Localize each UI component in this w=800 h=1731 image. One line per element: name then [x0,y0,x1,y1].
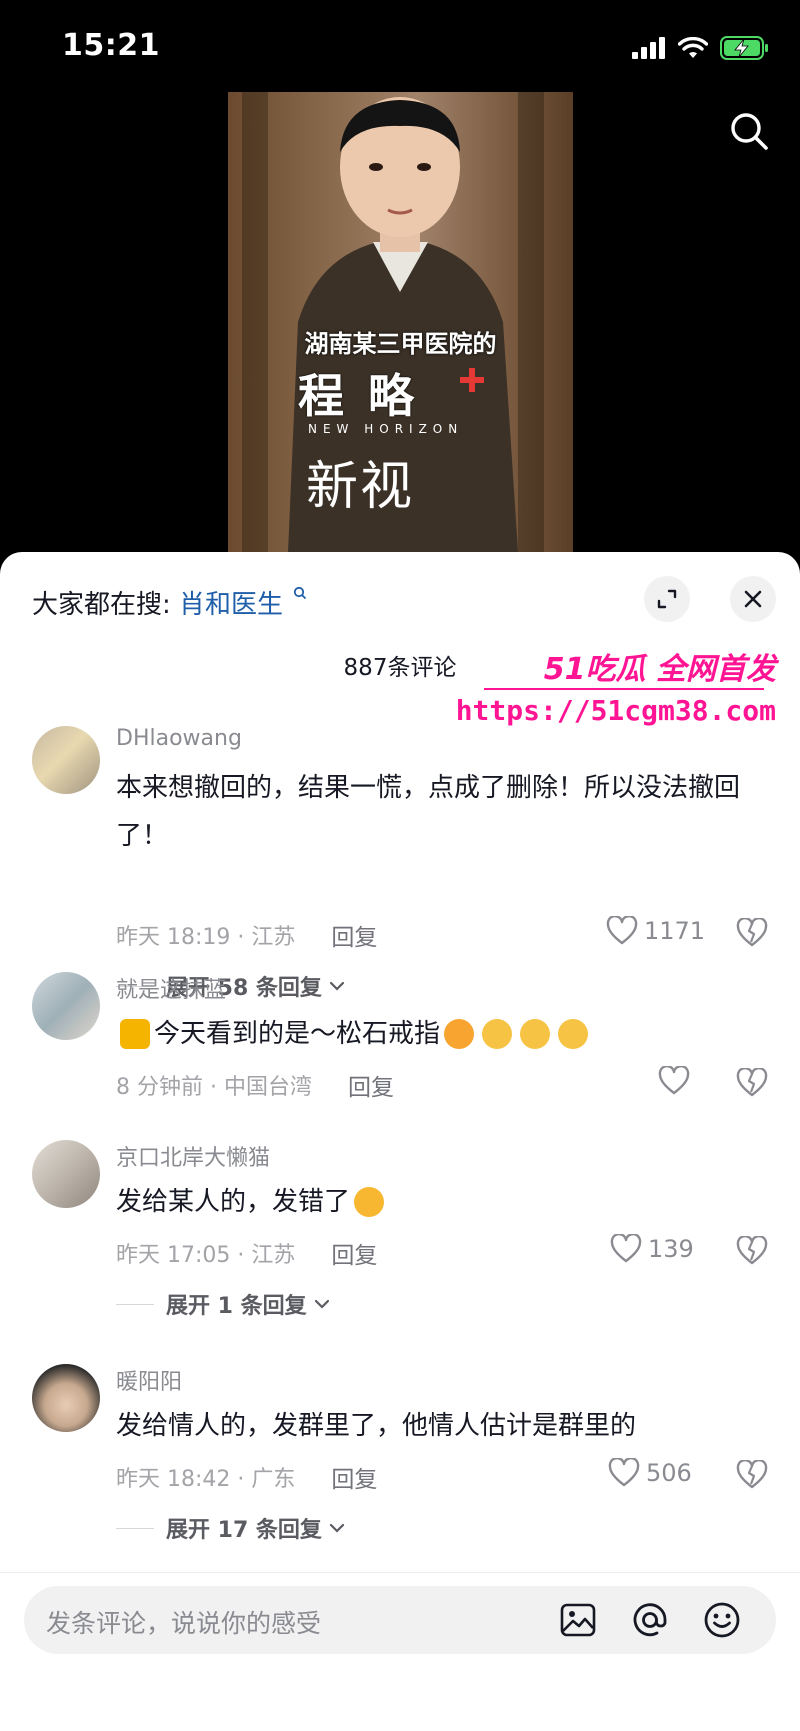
thumbs-up-emoji-icon [120,1019,150,1049]
wifi-icon [678,37,708,58]
close-icon [744,590,762,608]
avatar[interactable] [32,972,100,1040]
clapping-emoji-icon [558,1019,589,1049]
heart-icon [606,916,638,945]
like-button[interactable]: 506 [608,1458,692,1488]
broken-heart-icon[interactable] [736,1236,768,1266]
close-panel-button[interactable] [730,576,776,622]
comment-meta: 昨天 18:19 · 江苏 回复 [116,918,377,952]
comment-text: 本来想撤回的，结果一慌，点成了删除！所以没法撤回了！ [116,773,741,851]
search-icon[interactable] [728,110,770,152]
comment-username[interactable]: 就是这抹蓝 [116,972,226,1004]
comment-input[interactable]: 发条评论，说说你的感受 [24,1586,776,1654]
signal-icon [632,37,665,59]
comment-username[interactable]: 京口北岸大懒猫 [116,1140,270,1172]
broken-heart-icon[interactable] [736,918,768,948]
comment-text-row: 发给某人的，发错了 [116,1178,776,1226]
video-thumbnail: 湖南某三甲医院的 程 略 NEW HORIZON 新视 [228,92,573,552]
status-time: 15:21 [62,28,160,63]
comment-text-row: 今天看到的是～松石戒指 [116,1010,776,1058]
video-caption-sub: NEW HORIZON [308,422,464,436]
search-suggestion[interactable]: 大家都在搜: 肖和医生 [32,584,307,621]
chevron-down-icon [329,1523,345,1533]
red-cross-icon [460,368,484,392]
chevron-down-icon [314,1299,329,1309]
avatar[interactable] [32,726,100,794]
expand-replies-button[interactable]: 展开 1 条回复 [116,1288,331,1320]
like-count: 139 [648,1235,694,1263]
video-caption-line1: 湖南某三甲医院的 [304,330,497,358]
comment-text: 今天看到的是～松石戒指 [154,1019,441,1049]
image-icon [560,1603,596,1637]
comment-time-location: 8 分钟前 · 中国台湾 [116,1075,312,1100]
comment-text: 发给某人的，发错了 [116,1187,351,1217]
comment-username[interactable]: 暖阳阳 [116,1364,182,1396]
comment-text: 发给情人的，发群里了，他情人估计是群里的 [116,1411,637,1441]
laughing-emoji-icon [444,1019,475,1049]
status-icons [632,34,770,62]
video-caption-title: 程 略 [298,369,419,423]
comment-meta: 昨天 17:05 · 江苏 回复 [116,1236,377,1270]
watermark: 51吃瓜 全网首发 https://51cgm38.com [456,644,784,734]
like-count: 506 [646,1459,692,1487]
expand-icon [657,589,677,609]
mention-button[interactable] [630,1600,670,1640]
reply-button[interactable]: 回复 [348,1068,394,1102]
reply-button[interactable]: 回复 [331,918,377,952]
like-button[interactable]: 1171 [606,916,705,946]
clapping-emoji-icon [482,1019,513,1049]
broken-heart-icon[interactable] [736,1068,768,1098]
divider [0,1572,800,1573]
like-button[interactable]: 139 [610,1234,694,1264]
avatar[interactable] [32,1140,100,1208]
watermark-top: 51吃瓜 全网首发 [543,652,776,687]
comment-time-location: 昨天 17:05 · 江苏 [116,1243,296,1268]
video-caption-title2: 新视 [306,457,415,517]
search-suggestion-prefix: 大家都在搜: [32,590,171,620]
expand-panel-button[interactable] [644,576,690,622]
heart-icon [658,1066,690,1095]
comment-input-placeholder: 发条评论，说说你的感受 [46,1609,322,1638]
expand-replies-label: 展开 17 条回复 [166,1518,322,1543]
expand-replies-label: 展开 1 条回复 [166,1294,307,1319]
like-button[interactable] [658,1066,696,1096]
chevron-down-icon [329,981,345,991]
like-count: 1171 [644,917,706,945]
crying-laughing-emoji-icon [354,1187,385,1217]
watermark-url: https://51cgm38.com [455,694,776,727]
heart-icon [610,1234,642,1263]
small-search-icon [294,586,307,600]
status-bar: 15:21 [0,0,800,90]
comment-meta: 昨天 18:42 · 广东 回复 [116,1460,377,1494]
avatar[interactable] [32,1364,100,1432]
reply-button[interactable]: 回复 [331,1236,377,1270]
video-player[interactable]: 湖南某三甲医院的 程 略 NEW HORIZON 新视 [0,90,800,560]
image-button[interactable] [558,1600,598,1640]
emoji-button[interactable] [702,1600,742,1640]
comment-meta: 8 分钟前 · 中国台湾 回复 [116,1068,394,1102]
at-icon [633,1603,667,1637]
heart-icon [608,1458,640,1487]
emoji-icon [704,1602,740,1638]
search-suggestion-keyword[interactable]: 肖和医生 [179,590,283,620]
expand-replies-button[interactable]: 展开 17 条回复 [116,1512,346,1544]
clapping-emoji-icon [520,1019,551,1049]
battery-charging-icon [720,36,768,60]
broken-heart-icon[interactable] [736,1460,768,1490]
reply-button[interactable]: 回复 [331,1460,377,1494]
comment-time-location: 昨天 18:19 · 江苏 [116,925,296,950]
comment-username[interactable]: DHlaowang [116,726,242,751]
comment-time-location: 昨天 18:42 · 广东 [116,1467,296,1492]
comment-panel: 大家都在搜: 肖和医生 887条评论 51吃瓜 全网首发 https://51c… [0,552,800,1731]
